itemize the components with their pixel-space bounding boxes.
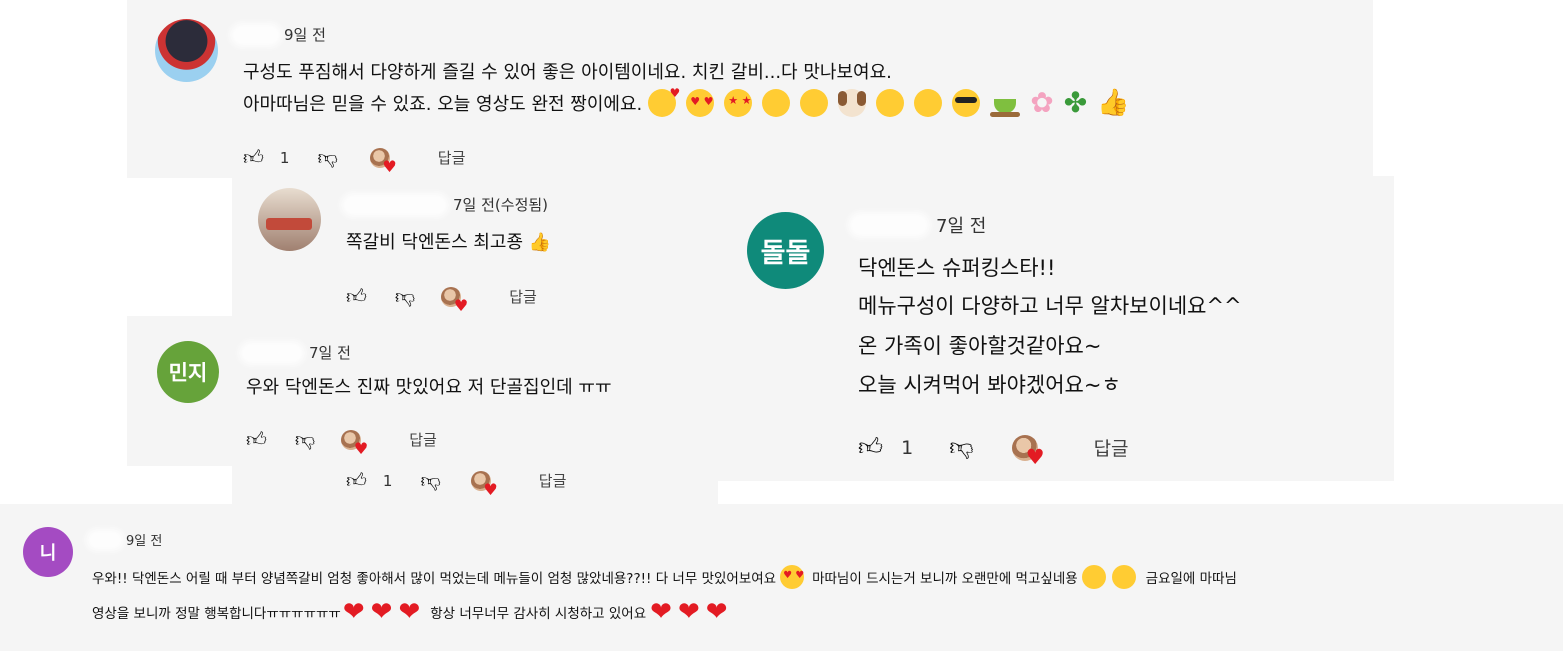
comment-meta: 7일 전 [852,212,986,238]
user-avatar[interactable] [258,188,321,251]
comment-actions: 👍︎ 👎︎ ♥ 답글 [346,284,537,313]
comment-text: 우와!! 닥엔돈스 어릴 때 부터 양념쪽갈비 엄청 좋아해서 많이 먹었는데 … [92,571,777,587]
like-icon[interactable]: 👍︎ [243,145,264,170]
squinting-face-icon [876,89,905,117]
like-icon[interactable]: 👍︎ [346,284,367,309]
heart-eyes-icon: ♥ ♥ [686,89,715,117]
reply-button[interactable]: 답글 [438,147,466,168]
comment-text-line: 구성도 푸짐해서 다양하게 즐길 수 있어 좋은 아이템이네요. 치킨 갈비..… [243,62,892,83]
comment-time[interactable]: 7일 전 [936,212,986,238]
comment-text: 금요일에 마따님 [1145,571,1237,587]
like-icon[interactable]: 👍︎ [346,468,367,493]
user-avatar[interactable]: 민지 [157,341,219,403]
dislike-icon[interactable]: 👎︎ [420,468,440,493]
comment-time[interactable]: 7일 전 [309,342,351,363]
comment-actions: 👍︎ 1 👎︎ ♥ 답글 [346,468,567,497]
blurred-username [852,216,926,234]
comment-actions: 👍︎ 1 👎︎ ♥ 답글 [858,433,1129,467]
comment-text-line: 닥엔돈스 슈퍼킹스타!! [858,256,1056,280]
comment-meta: 9일 전 [234,24,326,45]
like-count: 1 [279,148,290,167]
dislike-icon[interactable]: 👎︎ [395,284,415,309]
thumbs-up-emoji-icon: 👍 [1097,88,1130,118]
red-heart-icon: ❤ [398,597,421,627]
star-struck-icon: ★ ★ [724,89,753,117]
comment-meta: 9일 전 [90,530,162,549]
comment-text: 영상을 보니까 정말 행복합니다ㅠㅠㅠㅠㅠㅠ [92,606,341,622]
red-heart-icon: ❤ [370,597,393,627]
red-heart-icon: ❤ [650,597,672,627]
comment-meta: 7일 전(수정됨) [345,194,548,215]
smiling-face-with-hearts-icon: ♥ [648,86,680,117]
comment-text-line: 메뉴구성이 다양하고 너무 알차보이네요^^ [858,294,1242,318]
blurred-username [90,532,120,547]
cherry-blossom-icon: ✿ [1030,86,1054,119]
red-heart-icon: ❤ [705,597,728,627]
comment-time[interactable]: 7일 전(수정됨) [453,194,548,215]
comment-text: 마따님이 드시는거 보니까 오랜만에 먹고싶네용 [812,571,1078,587]
comment-time[interactable]: 9일 전 [284,24,326,45]
sunglasses-face-icon [952,89,981,117]
comment-text: 쪽갈비 닥엔돈스 최고죵 👍 [346,232,552,253]
blurred-username [345,196,445,213]
comment-text-line: 영상을 보니까 정말 행복합니다ㅠㅠㅠㅠㅠㅠ ❤ ❤ ❤ 항상 너무너무 감사히… [92,599,728,625]
blurred-username [243,344,301,361]
grinning-face-icon [800,89,829,117]
comment-text: 아마따님은 믿을 수 있죠. 오늘 영상도 완전 짱이에요. [243,94,643,115]
dislike-icon[interactable]: 👎︎ [317,145,337,170]
comment-meta: 7일 전 [243,342,351,363]
user-avatar[interactable] [155,19,218,82]
relieved-face-icon [1111,565,1136,589]
reply-button[interactable]: 답글 [1094,434,1129,461]
creator-heart-icon: ♥ [441,286,468,313]
like-count: 1 [382,471,393,490]
emoji-row: ♥ ♥ ♥ ★ ★ ✿ ✤ 👍 [648,86,1130,119]
four-leaf-clover-icon: ✤ [1063,86,1088,119]
creator-heart-icon: ♥ [470,470,498,497]
dislike-icon[interactable]: 👎︎ [295,427,315,452]
creator-heart-icon: ♥ [1011,434,1045,467]
blurred-username [234,26,278,43]
comment-text: 우와 닥엔돈스 진짜 맛있어요 저 단골집인데 ㅠㅠ [246,377,612,398]
red-heart-icon: ❤ [677,597,700,627]
reply-button[interactable]: 답글 [539,470,567,491]
comment-text-line: 우와!! 닥엔돈스 어릴 때 부터 양념쪽갈비 엄청 좋아해서 많이 먹었는데 … [92,565,1237,589]
red-heart-icon: ❤ [342,597,365,627]
like-icon[interactable]: 👍︎ [246,427,267,452]
dislike-icon[interactable]: 👎︎ [949,433,973,462]
heart-eyes-icon: ♥ ♥ [780,565,804,589]
relieved-face-icon [1081,565,1106,589]
comment-actions: 👍︎ 1 👎︎ ♥ 답글 [243,145,466,174]
reply-button[interactable]: 답글 [409,429,437,450]
creator-heart-icon: ♥ [341,429,368,456]
creator-heart-icon: ♥ [369,147,397,174]
drooling-face-icon [762,89,791,117]
comment-actions: 👍︎ 👎︎ ♥ 답글 [246,427,437,456]
user-avatar[interactable]: 니 [23,527,73,577]
reply-button[interactable]: 답글 [509,286,537,307]
comment-time[interactable]: 9일 전 [126,530,162,549]
like-icon[interactable]: 👍︎ [858,433,883,462]
smiling-face-icon [914,89,943,117]
dog-face-icon [838,89,867,117]
comment-text-line: 오늘 시켜먹어 봐야겠어요~ㅎ [858,373,1121,397]
comment-text: 항상 너무너무 감사히 시청하고 있어요 [430,606,647,622]
comment-text-line: 아마따님은 믿을 수 있죠. 오늘 영상도 완전 짱이에요. ♥ ♥ ♥ ★ ★… [243,86,1130,119]
comment-text-line: 온 가족이 좋아할것같아요~ [858,334,1102,358]
tea-icon [990,89,1021,117]
user-avatar[interactable]: 돌돌 [747,212,824,289]
like-count: 1 [901,436,914,459]
